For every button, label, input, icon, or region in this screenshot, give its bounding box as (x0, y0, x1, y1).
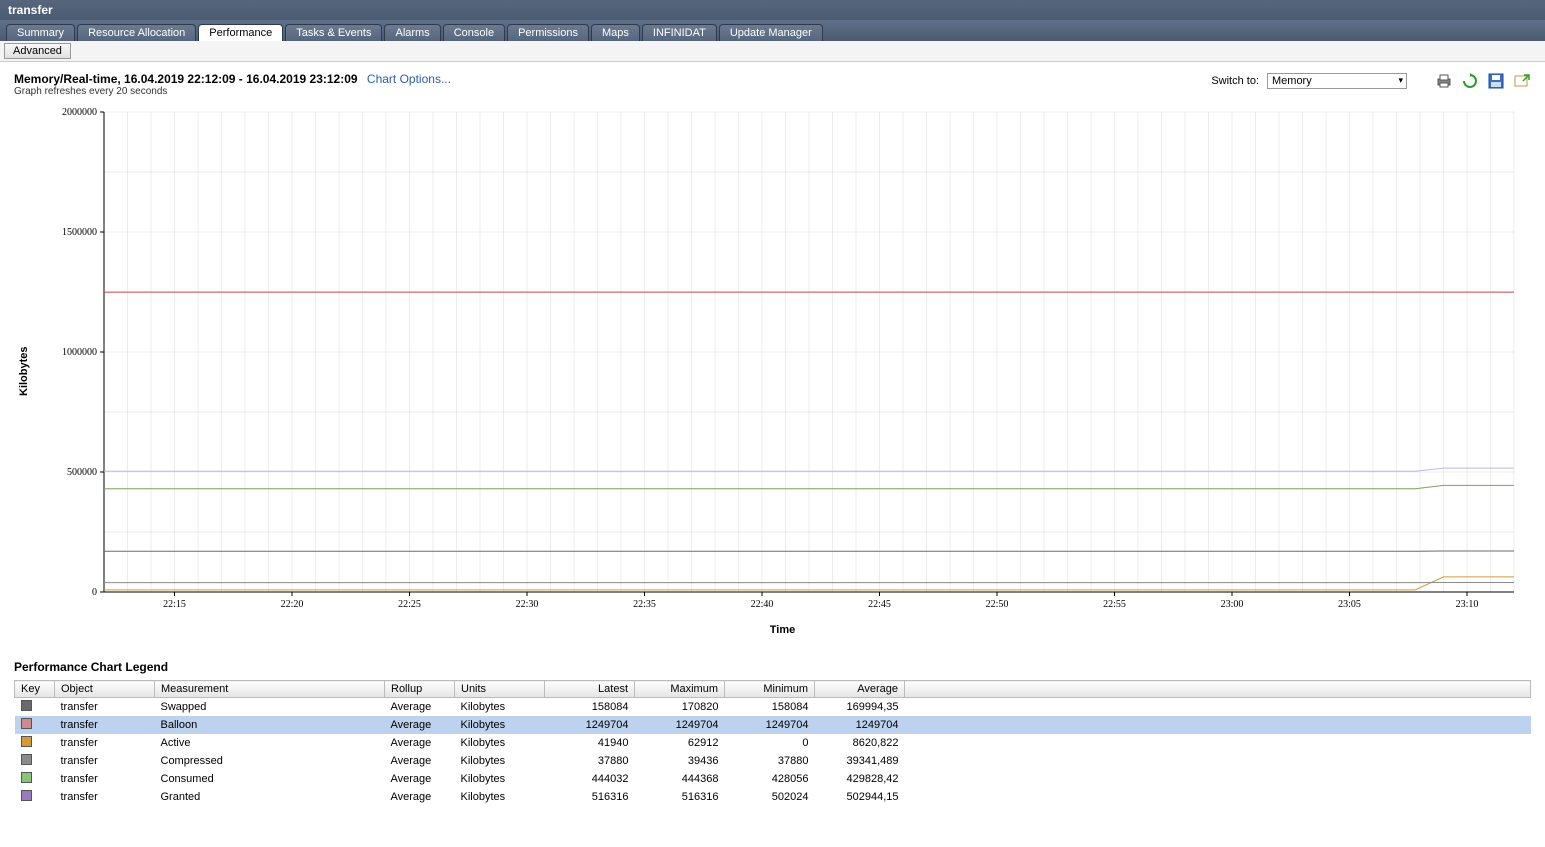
save-icon[interactable] (1487, 72, 1505, 90)
svg-text:22:30: 22:30 (516, 599, 539, 610)
legend-col-units[interactable]: Units (455, 681, 545, 698)
legend-row[interactable]: transferGrantedAverageKilobytes516316516… (15, 788, 1531, 806)
svg-text:22:40: 22:40 (751, 599, 774, 610)
legend-col-measurement[interactable]: Measurement (155, 681, 385, 698)
window-titlebar: transfer (0, 0, 1545, 20)
export-icon[interactable] (1513, 72, 1531, 90)
legend-row[interactable]: transferConsumedAverageKilobytes44403244… (15, 770, 1531, 788)
legend-row[interactable]: transferBalloonAverageKilobytes124970412… (15, 716, 1531, 734)
memory-chart: 0 500000 1000000 1500000 2000000 22:15 22:20 22… (34, 107, 1524, 617)
svg-text:23:00: 23:00 (1221, 599, 1244, 610)
legend-col-object[interactable]: Object (55, 681, 155, 698)
chart-xlabel: Time (34, 624, 1531, 636)
svg-text:22:50: 22:50 (986, 599, 1009, 610)
svg-text:0: 0 (92, 587, 97, 598)
sub-toolbar: Advanced (0, 41, 1545, 62)
svg-text:1500000: 1500000 (62, 227, 97, 238)
legend-col-key[interactable]: Key (15, 681, 55, 698)
tab-maps[interactable]: Maps (591, 24, 640, 41)
refresh-icon[interactable] (1461, 72, 1479, 90)
window-title: transfer (8, 3, 53, 17)
legend-col-maximum[interactable]: Maximum (635, 681, 725, 698)
legend-header-row: KeyObjectMeasurementRollupUnitsLatestMax… (15, 681, 1531, 698)
svg-text:1000000: 1000000 (62, 347, 97, 358)
legend-row[interactable]: transferSwappedAverageKilobytes158084170… (15, 698, 1531, 717)
tab-permissions[interactable]: Permissions (507, 24, 589, 41)
svg-text:22:35: 22:35 (633, 599, 656, 610)
tab-bar: SummaryResource AllocationPerformanceTas… (0, 20, 1545, 41)
tab-summary[interactable]: Summary (6, 24, 75, 41)
svg-text:22:15: 22:15 (163, 599, 186, 610)
legend-row[interactable]: transferCompressedAverageKilobytes378803… (15, 752, 1531, 770)
svg-text:22:45: 22:45 (868, 599, 891, 610)
refresh-note: Graph refreshes every 20 seconds (14, 86, 451, 97)
legend-row[interactable]: transferActiveAverageKilobytes4194062912… (15, 734, 1531, 752)
legend-col-rollup[interactable]: Rollup (385, 681, 455, 698)
svg-text:22:20: 22:20 (281, 599, 304, 610)
legend-col-average[interactable]: Average (815, 681, 905, 698)
print-icon[interactable] (1435, 72, 1453, 90)
tab-alarms[interactable]: Alarms (384, 24, 440, 41)
tab-infinidat[interactable]: INFINIDAT (642, 24, 717, 41)
chart-options-link[interactable]: Chart Options... (367, 72, 451, 86)
chart-title: Memory/Real-time, 16.04.2019 22:12:09 - … (14, 72, 358, 86)
tab-console[interactable]: Console (443, 24, 505, 41)
svg-text:22:25: 22:25 (398, 599, 421, 610)
tab-tasks-events[interactable]: Tasks & Events (285, 24, 382, 41)
svg-text:500000: 500000 (67, 467, 97, 478)
legend-table: KeyObjectMeasurementRollupUnitsLatestMax… (14, 680, 1531, 806)
tab-performance[interactable]: Performance (198, 24, 283, 41)
legend-col-minimum[interactable]: Minimum (725, 681, 815, 698)
advanced-button[interactable]: Advanced (4, 43, 71, 59)
switch-to-label: Switch to: (1211, 75, 1259, 87)
svg-text:22:55: 22:55 (1103, 599, 1126, 610)
svg-text:2000000: 2000000 (62, 107, 97, 118)
legend-title: Performance Chart Legend (14, 660, 1531, 674)
legend-col-latest[interactable]: Latest (545, 681, 635, 698)
switch-to-select[interactable]: Memory (1267, 73, 1407, 89)
svg-text:23:05: 23:05 (1338, 599, 1361, 610)
tab-resource-allocation[interactable]: Resource Allocation (77, 24, 196, 41)
tab-update-manager[interactable]: Update Manager (719, 24, 823, 41)
chart-ylabel: Kilobytes (14, 107, 34, 636)
svg-text:23:10: 23:10 (1456, 599, 1479, 610)
